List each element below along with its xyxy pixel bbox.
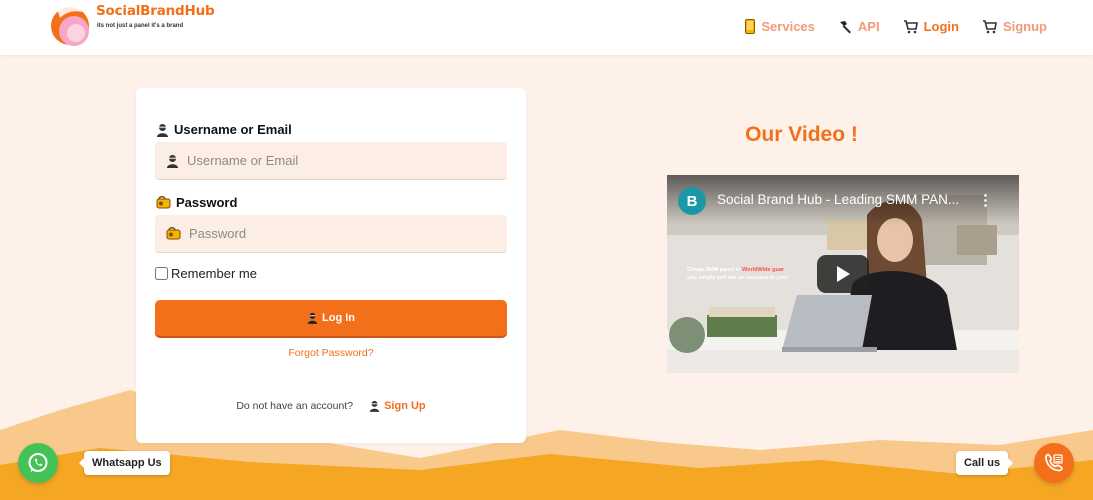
signup-link[interactable]: Sign Up xyxy=(369,400,426,412)
signup-link-label: Sign Up xyxy=(384,400,426,412)
brand-logo[interactable]: SocialBrandHub its not just a panel it's… xyxy=(46,0,246,50)
password-label-text: Password xyxy=(176,195,238,210)
password-input[interactable] xyxy=(189,226,489,241)
nav-signup[interactable]: Signup xyxy=(982,19,1047,34)
top-header: SocialBrandHub its not just a panel it's… xyxy=(0,0,1093,55)
call-label[interactable]: Call us xyxy=(956,451,1014,475)
nav-login-label: Login xyxy=(923,19,959,34)
nav-services[interactable]: Services xyxy=(745,19,815,34)
no-account-text: Do not have an account? xyxy=(236,400,354,412)
play-icon xyxy=(837,266,850,282)
nav-login[interactable]: Login xyxy=(903,19,959,34)
user-icon xyxy=(369,400,380,412)
hammer-icon xyxy=(838,20,852,34)
video-heading: Our Video ! xyxy=(745,123,858,146)
whatsapp-icon xyxy=(28,453,48,472)
cart-icon xyxy=(982,19,997,34)
call-button[interactable] xyxy=(1034,443,1074,483)
whatsapp-label[interactable]: Whatsapp Us xyxy=(79,451,170,475)
cart-icon xyxy=(903,19,918,34)
phone-icon xyxy=(745,19,756,34)
overlay-line1-b: WorldWide guar xyxy=(742,267,785,273)
video-overlay-text: Cheap SMM panel in WorldWide guar you si… xyxy=(687,266,788,282)
overlay-line1-a: Cheap SMM panel in xyxy=(687,267,743,273)
channel-avatar[interactable]: B xyxy=(678,187,706,215)
nav-api-label: API xyxy=(857,19,880,34)
brand-tagline: its not just a panel it's a brand xyxy=(97,23,184,29)
password-label: Password xyxy=(156,195,237,210)
password-field[interactable] xyxy=(155,215,507,253)
phone-call-icon xyxy=(1045,453,1063,472)
forgot-password-link[interactable]: Forgot Password? xyxy=(136,347,526,359)
user-icon xyxy=(166,154,179,168)
signup-row: Do not have an account? Sign Up xyxy=(136,400,526,412)
username-field[interactable] xyxy=(155,142,507,180)
user-icon xyxy=(156,123,169,137)
remember-label: Remember me xyxy=(171,266,257,281)
user-icon xyxy=(307,312,318,324)
key-lock-icon xyxy=(156,196,171,209)
login-button-label: Log In xyxy=(322,312,355,324)
more-vertical-icon[interactable]: ⋮ xyxy=(978,191,993,209)
brand-name: SocialBrandHub xyxy=(96,3,215,19)
video-title[interactable]: Social Brand Hub - Leading SMM PAN... xyxy=(717,192,979,207)
username-input[interactable] xyxy=(187,153,487,168)
nav-services-label: Services xyxy=(761,19,815,34)
key-lock-icon xyxy=(166,227,181,240)
nav-signup-label: Signup xyxy=(1002,19,1047,34)
video-player[interactable]: B Social Brand Hub - Leading SMM PAN... … xyxy=(667,175,1019,373)
whatsapp-button[interactable] xyxy=(18,443,58,483)
username-label-text: Username or Email xyxy=(174,122,292,137)
remember-checkbox[interactable] xyxy=(155,267,168,280)
main-nav: Services API Login Signup xyxy=(722,19,1047,34)
play-button[interactable] xyxy=(817,255,869,293)
username-label: Username or Email xyxy=(156,122,292,137)
login-button[interactable]: Log In xyxy=(155,300,507,336)
nav-api[interactable]: API xyxy=(838,19,880,34)
login-card: Username or Email Password Remember me L… xyxy=(136,88,526,443)
overlay-line2: you simply will see an increase in your xyxy=(687,275,789,281)
remember-me[interactable]: Remember me xyxy=(155,266,257,281)
logo-icon xyxy=(51,4,89,46)
